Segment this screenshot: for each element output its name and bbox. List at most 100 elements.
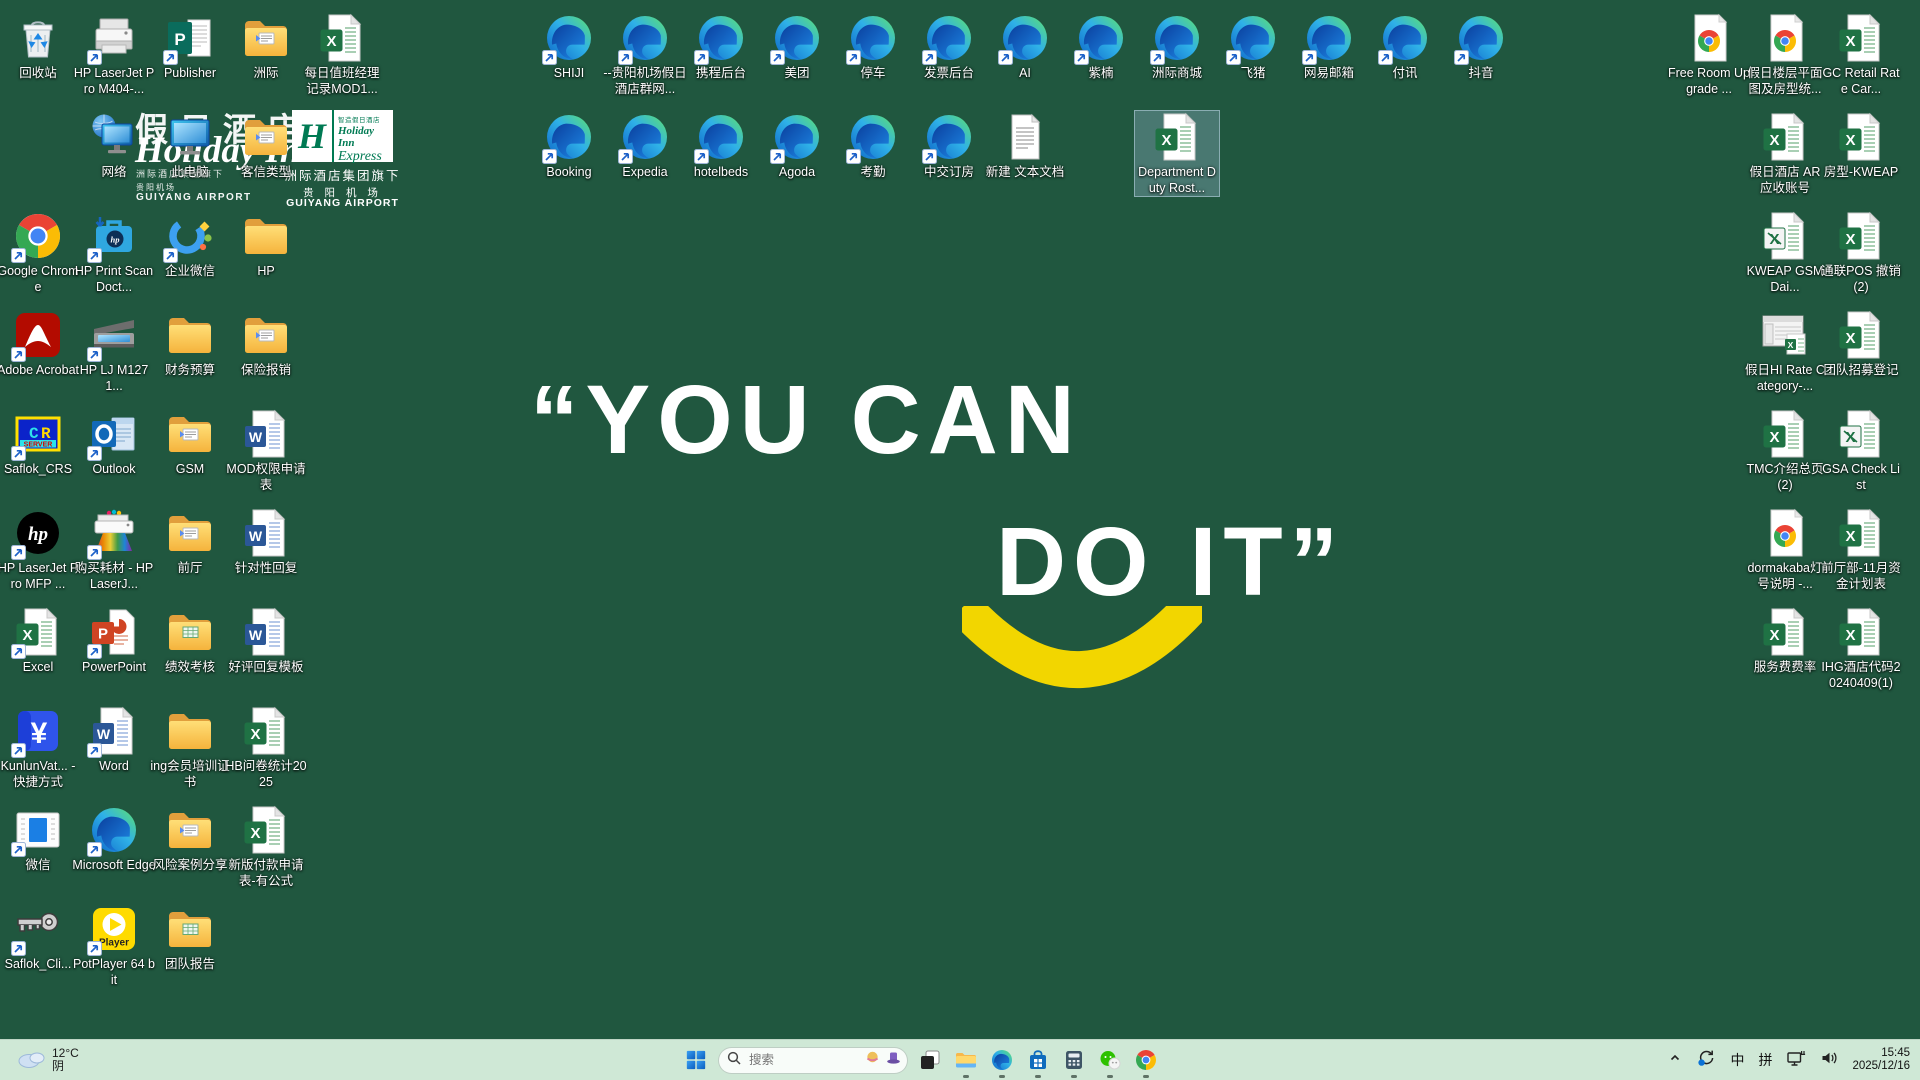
taskbar-wechat-button[interactable] <box>1092 1040 1128 1080</box>
desktop-icon[interactable]: 紫楠 <box>1059 12 1143 82</box>
desktop-icon[interactable]: 网络 <box>72 111 156 181</box>
icon-label: GC Retail Rate Car... <box>1822 66 1900 96</box>
desktop-icon[interactable]: X 假日HI Rate Category-... <box>1743 309 1827 394</box>
tray-volume-icon[interactable] <box>1820 1050 1838 1071</box>
icon-label: Word <box>99 759 129 773</box>
desktop-icon[interactable]: ing会员培训证书 <box>148 705 232 790</box>
desktop-icon[interactable]: GSM <box>148 408 232 478</box>
desktop-icon[interactable]: ¥ KunlunVat... - 快捷方式 <box>0 705 80 790</box>
search-box[interactable] <box>718 1046 908 1074</box>
desktop-icon[interactable]: 客信类型 <box>224 111 308 181</box>
desktop-icon[interactable]: W 针对性回复 <box>224 507 308 577</box>
clock[interactable]: 15:45 2025/12/16 <box>1852 1047 1910 1074</box>
desktop-icon[interactable]: X Excel <box>0 606 80 676</box>
desktop-icon[interactable]: HP LaserJet Pro M404-... <box>72 12 156 97</box>
desktop-icon[interactable]: X GC Retail Rate Car... <box>1819 12 1903 97</box>
desktop-icon[interactable]: Outlook <box>72 408 156 478</box>
taskbar-calculator-button[interactable] <box>1056 1040 1092 1080</box>
desktop-icon[interactable]: P Publisher <box>148 12 232 82</box>
taskbar-file-explorer-button[interactable] <box>948 1040 984 1080</box>
desktop-icon[interactable]: AI <box>983 12 1067 82</box>
desktop-icon[interactable]: X 服务费费率 <box>1743 606 1827 676</box>
desktop-icon[interactable]: X HB问卷统计2025 <box>224 705 308 790</box>
desktop-icon[interactable]: XKWEAP GSM Dai... <box>1743 210 1827 295</box>
desktop-icon[interactable]: 新建 文本文档 <box>983 111 1067 181</box>
desktop-icon[interactable]: 企业微信 <box>148 210 232 280</box>
taskbar-edge-button[interactable] <box>984 1040 1020 1080</box>
desktop-icon[interactable]: SHIJI <box>527 12 611 82</box>
weather-widget[interactable]: 12°C 阴 <box>10 1040 85 1080</box>
desktop-icon[interactable]: Google Chrome <box>0 210 80 295</box>
start-button[interactable] <box>678 1040 714 1080</box>
taskbar-store-button[interactable] <box>1020 1040 1056 1080</box>
desktop-icon[interactable]: Booking <box>527 111 611 181</box>
desktop-icon[interactable]: 中交订房 <box>907 111 991 181</box>
desktop-icon[interactable]: W Word <box>72 705 156 775</box>
desktop-icon[interactable]: 付讯 <box>1363 12 1447 82</box>
desktop-icon[interactable]: dormakaba灯号说明 -... <box>1743 507 1827 592</box>
desktop-icon[interactable]: HP <box>224 210 308 280</box>
desktop-icon[interactable]: X 每日值班经理记录MOD1... <box>300 12 384 97</box>
desktop-icon[interactable]: Saflok_Cli... <box>0 903 80 973</box>
desktop-icon[interactable]: XGSA Check List <box>1819 408 1903 493</box>
search-highlight-hat-icon[interactable] <box>865 1050 880 1070</box>
desktop-icon[interactable]: 财务预算 <box>148 309 232 379</box>
desktop-icon[interactable]: hp HP LaserJet Pro MFP ... <box>0 507 80 592</box>
desktop-icon[interactable]: X 团队招募登记 <box>1819 309 1903 379</box>
desktop-icon[interactable]: 假日楼层平面图及房型统... <box>1743 12 1827 97</box>
desktop-icon[interactable]: 携程后台 <box>679 12 763 82</box>
desktop-icon[interactable]: X 假日酒店 AR 应收账号 <box>1743 111 1827 196</box>
desktop-icon[interactable]: X IHG酒店代码20240409(1) <box>1819 606 1903 691</box>
desktop-icon[interactable]: X TMC介绍总页(2) <box>1743 408 1827 493</box>
ime-mode-indicator[interactable]: 拼 <box>1758 1050 1772 1070</box>
desktop-icon[interactable]: 抖音 <box>1439 12 1523 82</box>
desktop-icon[interactable]: 购买耗材 - HP LaserJ... <box>72 507 156 592</box>
tray-network-icon[interactable] <box>1786 1049 1806 1072</box>
desktop-icon[interactable]: 此电脑 <box>148 111 232 181</box>
desktop-icon[interactable]: W MOD权限申请表 <box>224 408 308 493</box>
desktop-icon[interactable]: C R SERVER Saflok_CRS <box>0 408 80 478</box>
desktop-icon[interactable]: 网易邮箱 <box>1287 12 1371 82</box>
icon-label: 携程后台 <box>695 66 746 80</box>
tray-sync-icon[interactable] <box>1697 1049 1716 1072</box>
icon-label: PotPlayer 64 bit <box>73 957 155 987</box>
desktop-icon[interactable]: 洲际 <box>224 12 308 82</box>
desktop-icon[interactable]: Free Room Upgrade ... <box>1667 12 1751 97</box>
desktop-icon[interactable]: Agoda <box>755 111 839 181</box>
desktop-icon[interactable]: P PowerPoint <box>72 606 156 676</box>
desktop-icon[interactable]: 保险报销 <box>224 309 308 379</box>
taskbar-chrome-button[interactable] <box>1128 1040 1164 1080</box>
desktop-icon[interactable]: 风险案例分享 <box>148 804 232 874</box>
search-input[interactable] <box>747 1052 859 1068</box>
desktop-icon[interactable]: 停车 <box>831 12 915 82</box>
desktop-icon[interactable]: hp HP Print Scan Doct... <box>72 210 156 295</box>
shortcut-arrow-icon <box>87 545 102 560</box>
desktop-icon[interactable]: 绩效考核 <box>148 606 232 676</box>
desktop-icon[interactable]: 飞猪 <box>1211 12 1295 82</box>
desktop-icon[interactable]: X Department Duty Rost... <box>1134 110 1220 197</box>
desktop-icon[interactable]: 美团 <box>755 12 839 82</box>
search-highlight-tophat-icon[interactable] <box>886 1050 901 1070</box>
desktop-icon[interactable]: 微信 <box>0 804 80 874</box>
desktop-icon[interactable]: 前厅 <box>148 507 232 577</box>
desktop-icon[interactable]: Expedia <box>603 111 687 181</box>
desktop-icon[interactable]: --贵阳机场假日酒店群网... <box>603 12 687 97</box>
desktop-icon[interactable]: X 通联POS 撤销(2) <box>1819 210 1903 295</box>
desktop-icon[interactable]: X 房型-KWEAP <box>1819 111 1903 181</box>
desktop-icon[interactable]: hotelbeds <box>679 111 763 181</box>
desktop-icon[interactable]: 回收站 <box>0 12 80 82</box>
desktop-icon[interactable]: Player PotPlayer 64 bit <box>72 903 156 988</box>
desktop-icon[interactable]: 发票后台 <box>907 12 991 82</box>
desktop-icon[interactable]: 考勤 <box>831 111 915 181</box>
desktop-icon[interactable]: X 前厅部-11月资金计划表 <box>1819 507 1903 592</box>
taskbar-task-view-button[interactable] <box>912 1040 948 1080</box>
desktop-icon[interactable]: Microsoft Edge <box>72 804 156 874</box>
desktop-icon[interactable]: Adobe Acrobat <box>0 309 80 379</box>
desktop-icon[interactable]: 团队报告 <box>148 903 232 973</box>
desktop-icon[interactable]: HP LJ M1271... <box>72 309 156 394</box>
ime-language-indicator[interactable]: 中 <box>1730 1050 1744 1070</box>
tray-chevron-up-icon[interactable] <box>1667 1050 1683 1071</box>
desktop-icon[interactable]: X 新版付款申请表-有公式 <box>224 804 308 889</box>
desktop-icon[interactable]: 洲际商城 <box>1135 12 1219 82</box>
desktop-icon[interactable]: W 好评回复模板 <box>224 606 308 676</box>
